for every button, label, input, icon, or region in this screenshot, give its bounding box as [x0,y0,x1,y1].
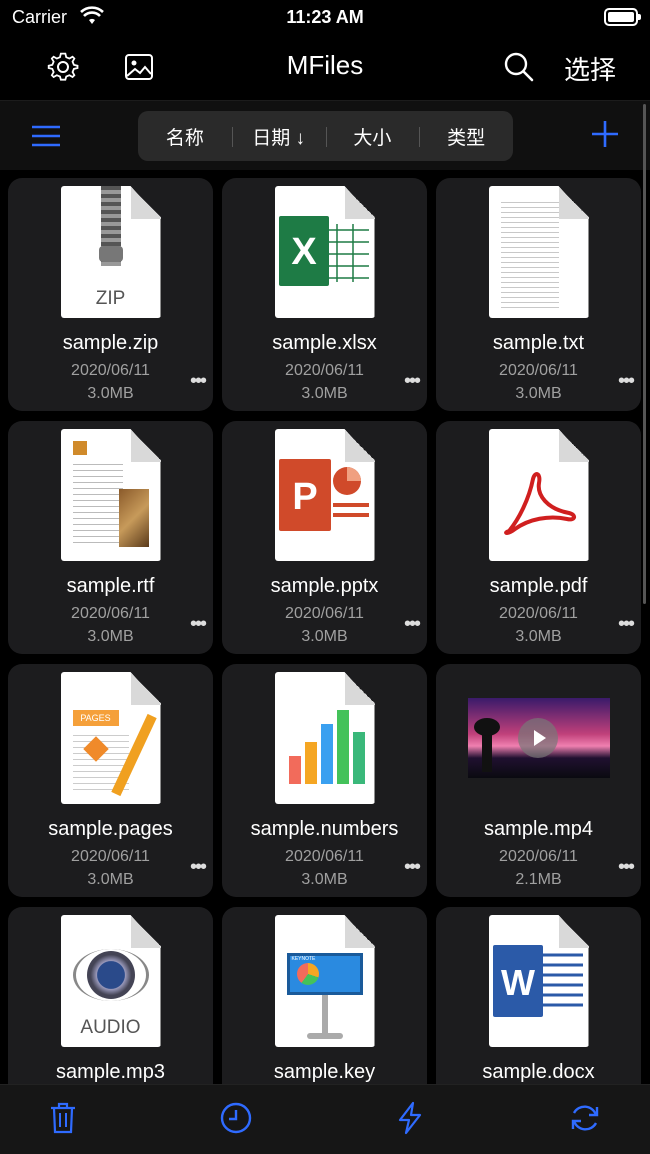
file-size: 3.0MB [301,385,348,402]
zip-file-icon: ZIP [60,186,161,318]
trash-icon[interactable] [46,1101,80,1135]
file-date: 2020/06/11 [71,605,150,622]
more-options-icon[interactable]: ••• [618,371,635,391]
more-options-icon[interactable]: ••• [190,371,207,391]
pdf-file-icon [488,429,589,561]
more-options-icon[interactable]: ••• [404,614,421,634]
file-name: sample.numbers [250,818,399,840]
status-bar: Carrier 11:23 AM [0,0,650,34]
svg-text:P: P [292,476,317,518]
keynote-file-icon: KEYNOTE [274,915,375,1047]
file-date: 2020/06/11 [71,362,150,379]
file-size: 3.0MB [301,871,348,888]
text-file-icon [488,186,589,318]
file-card[interactable]: sample.txt 2020/06/11 3.0MB ••• [436,178,641,411]
file-size: 2.1MB [515,871,562,888]
word-file-icon: W [488,915,589,1047]
clock: 11:23 AM [286,7,364,27]
excel-file-icon: X [274,186,375,318]
file-card[interactable]: sample.pdf 2020/06/11 3.0MB ••• [436,421,641,654]
file-card[interactable]: P sample.pptx 2020/06/11 3.0MB ••• [222,421,427,654]
file-name: sample.mp3 [56,1061,165,1083]
file-card[interactable]: sample.mp4 2020/06/11 2.1MB ••• [436,664,641,897]
file-size: 3.0MB [515,628,562,645]
file-date: 2020/06/11 [499,362,578,379]
more-options-icon[interactable]: ••• [618,614,635,634]
sort-segmented-control: 名称 日期 ↓ 大小 类型 [138,111,513,161]
file-name: sample.pdf [489,575,588,597]
file-card[interactable]: AUDIO sample.mp3 [8,907,213,1084]
sort-by-type[interactable]: 类型 [419,123,513,150]
rtf-file-icon [60,429,161,561]
search-icon[interactable] [502,50,536,84]
svg-text:X: X [291,231,317,273]
file-card[interactable]: sample.rtf 2020/06/11 3.0MB ••• [8,421,213,654]
file-name: sample.mp4 [484,818,593,840]
page-title: MFiles [286,50,364,80]
video-thumbnail [467,698,610,778]
file-size: 3.0MB [87,871,134,888]
file-card[interactable]: KEYNOTE sample.key [222,907,427,1084]
file-date: 2020/06/11 [71,848,150,865]
file-name: sample.rtf [66,575,155,597]
more-options-icon[interactable]: ••• [404,857,421,877]
file-date: 2020/06/11 [285,848,364,865]
file-date: 2020/06/11 [499,605,578,622]
lightning-icon[interactable] [393,1101,427,1135]
file-name: sample.zip [62,332,159,354]
numbers-file-icon [274,672,375,804]
more-options-icon[interactable]: ••• [404,371,421,391]
more-options-icon[interactable]: ••• [618,857,635,877]
file-card[interactable]: ZIP sample.zip 2020/06/11 3.0MB ••• [8,178,213,411]
scroll-indicator[interactable] [643,104,646,604]
file-name: sample.docx [482,1061,595,1083]
file-name: sample.pptx [270,575,379,597]
file-size: 3.0MB [301,628,348,645]
add-icon[interactable] [590,119,620,149]
file-card[interactable]: W sample.docx [436,907,641,1084]
clock-icon[interactable] [219,1101,253,1135]
file-size: 3.0MB [87,385,134,402]
battery-icon [604,8,641,26]
sort-by-size[interactable]: 大小 [325,123,420,150]
sort-toolbar: 名称 日期 ↓ 大小 类型 [0,100,650,170]
file-card[interactable]: sample.numbers 2020/06/11 3.0MB ••• [222,664,427,897]
sort-by-date[interactable]: 日期 ↓ [231,123,326,150]
powerpoint-file-icon: P [274,429,375,561]
file-name: sample.pages [48,818,173,840]
file-size: 3.0MB [515,385,562,402]
select-button[interactable]: 选择 [564,50,616,87]
file-date: 2020/06/11 [499,848,578,865]
file-date: 2020/06/11 [285,605,364,622]
more-options-icon[interactable]: ••• [190,857,207,877]
nav-bar: MFiles 选择 [0,34,650,100]
file-card[interactable]: PAGES sample.pages 2020/06/11 3.0MB ••• [8,664,213,897]
svg-text:W: W [501,962,535,1003]
more-options-icon[interactable]: ••• [190,614,207,634]
bottom-toolbar [0,1084,650,1154]
file-card[interactable]: X sample.xlsx 2020/06/11 3.0MB ••• [222,178,427,411]
sort-by-name[interactable]: 名称 [138,123,232,150]
file-size: 3.0MB [87,628,134,645]
file-name: sample.key [273,1061,376,1083]
file-name: sample.xlsx [272,332,377,354]
file-date: 2020/06/11 [285,362,364,379]
audio-file-icon: AUDIO [60,915,161,1047]
refresh-icon[interactable] [568,1101,602,1135]
pages-file-icon: PAGES [60,672,161,804]
menu-icon[interactable] [30,121,62,151]
file-name: sample.txt [492,332,585,354]
file-grid: ZIP sample.zip 2020/06/11 3.0MB ••• X sa… [8,178,642,1084]
